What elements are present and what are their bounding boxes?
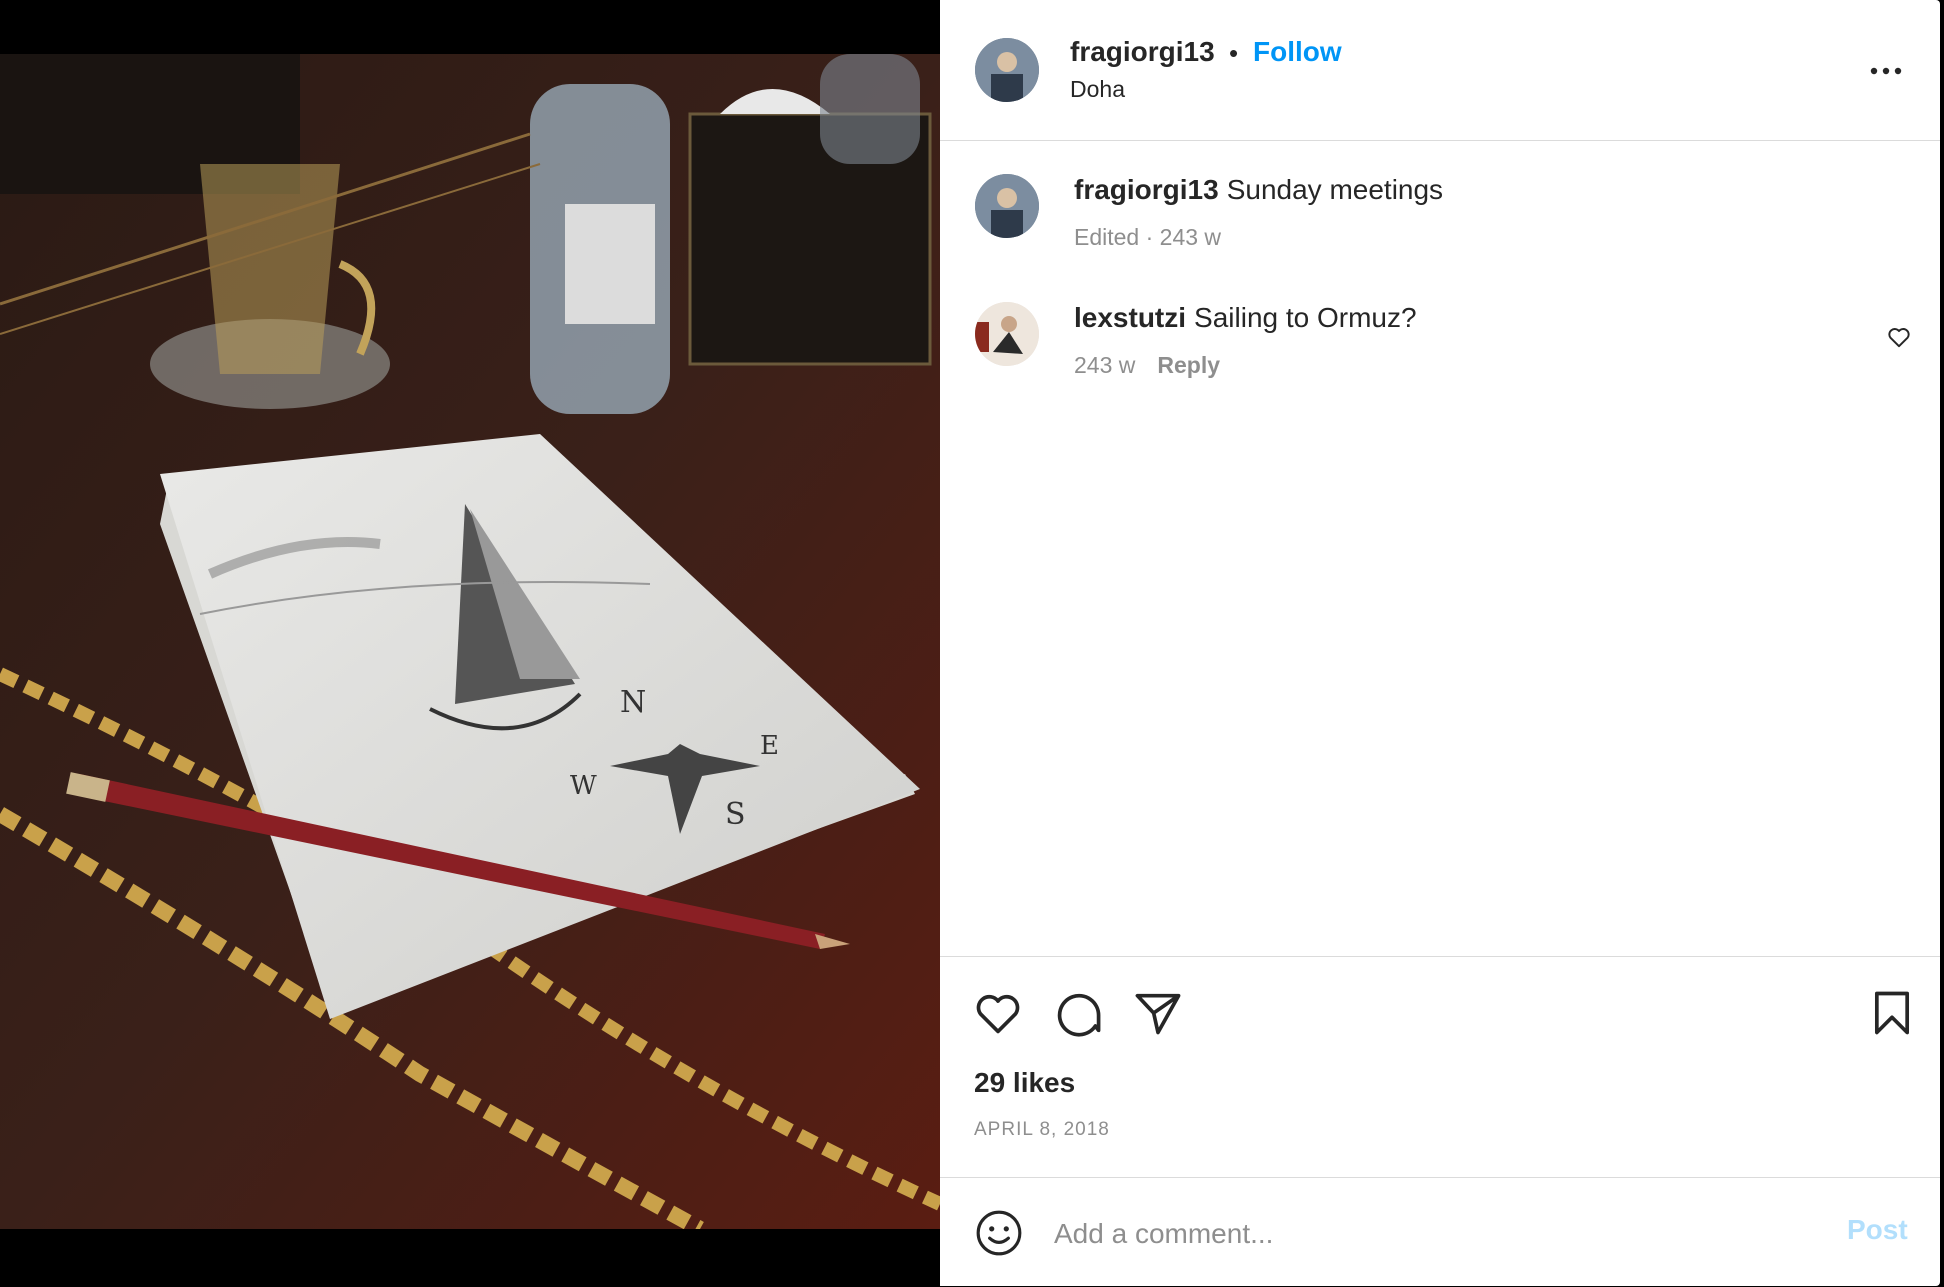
comment-username[interactable]: lexstutzi	[1074, 302, 1186, 333]
author-avatar[interactable]	[975, 38, 1039, 102]
svg-text:N: N	[620, 685, 646, 720]
photo-pane: N S E W	[0, 0, 940, 1286]
post-photo[interactable]: N S E W	[0, 54, 940, 1229]
follow-button[interactable]: Follow	[1253, 36, 1342, 68]
svg-text:E: E	[760, 731, 779, 761]
reply-button[interactable]: Reply	[1157, 352, 1220, 378]
svg-text:S: S	[725, 797, 746, 832]
more-options-icon[interactable]	[1866, 56, 1906, 86]
emoji-icon[interactable]	[974, 1208, 1024, 1258]
share-icon[interactable]	[1132, 987, 1184, 1039]
comment-meta: 243 w Reply	[1074, 352, 1220, 379]
heart-icon[interactable]	[972, 987, 1024, 1039]
caption-username[interactable]: fragiorgi13	[1074, 174, 1219, 205]
location-link[interactable]: Doha	[1070, 76, 1125, 103]
post-image: N S E W	[0, 54, 940, 1229]
post-button[interactable]: Post	[1847, 1214, 1908, 1246]
post-details-panel: fragiorgi13 • Follow Doha fragiorgi13 Sun…	[940, 0, 1940, 1286]
comment-input[interactable]	[1052, 1208, 1756, 1260]
author-username[interactable]: fragiorgi13	[1070, 36, 1215, 68]
caption-text-line: fragiorgi13 Sunday meetings	[1074, 174, 1443, 206]
comment-like-icon[interactable]	[1886, 324, 1912, 350]
comment-text: Sailing to Ormuz?	[1194, 302, 1417, 333]
post-actions: 29 likes APRIL 8, 2018	[940, 956, 1940, 1177]
separator-dot: •	[1229, 38, 1239, 68]
add-comment-bar: Post	[940, 1177, 1940, 1287]
like-count[interactable]: 29 likes	[974, 1067, 1075, 1099]
post-header: fragiorgi13 • Follow Doha	[940, 0, 1940, 141]
svg-text:W: W	[570, 771, 597, 801]
caption-text: Sunday meetings	[1226, 174, 1444, 205]
comment-icon[interactable]	[1052, 987, 1104, 1039]
caption-avatar[interactable]	[975, 174, 1039, 238]
commenter-avatar[interactable]	[975, 302, 1039, 366]
comment-text-line: lexstutzi Sailing to Ormuz?	[1074, 302, 1417, 334]
comment-time[interactable]: 243 w	[1074, 352, 1135, 378]
post-date[interactable]: APRIL 8, 2018	[974, 1119, 1110, 1141]
bookmark-icon[interactable]	[1866, 987, 1918, 1039]
caption-meta: Edited · 243 w	[1074, 224, 1222, 250]
